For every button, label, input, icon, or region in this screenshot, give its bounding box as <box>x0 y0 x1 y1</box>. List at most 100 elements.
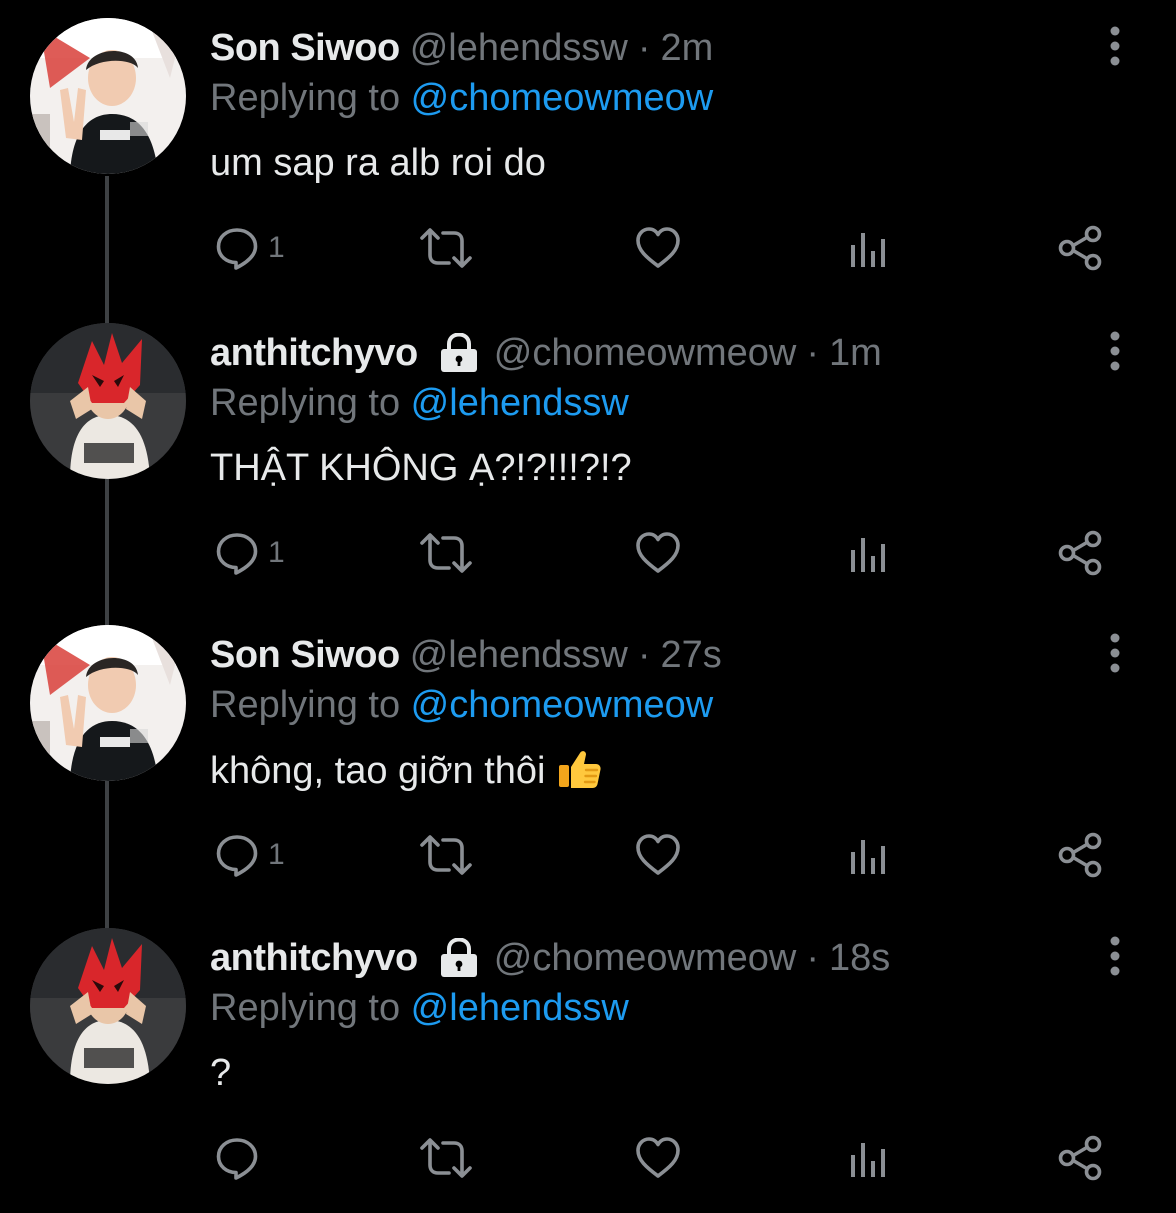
tweet-text: THẬT KHÔNG Ạ?!?!!!?!? <box>210 443 632 493</box>
tweet-text: ? <box>210 1048 231 1098</box>
avatar[interactable] <box>30 625 186 781</box>
replying-to-prefix: Replying to <box>210 684 411 726</box>
reply-button[interactable]: 1 <box>214 829 285 881</box>
tweet-actions-bar: 1 <box>0 829 1176 881</box>
tweet[interactable]: anthitchyvo @chomeowmeow · 18s Replying … <box>0 910 1176 1213</box>
tweet-text-content: không, tao giỡn thôi <box>210 750 546 792</box>
share-button[interactable] <box>1056 222 1104 274</box>
like-button[interactable] <box>634 222 682 274</box>
replying-to-line: Replying to @lehendssw <box>210 379 629 427</box>
replying-to-handle-link[interactable]: @lehendssw <box>411 987 629 1029</box>
thumbs-up-emoji <box>556 745 602 791</box>
retweet-button[interactable] <box>418 222 474 274</box>
tweet-text: không, tao giỡn thôi <box>210 745 602 796</box>
replying-to-prefix: Replying to <box>210 77 411 119</box>
reply-count: 1 <box>268 231 285 264</box>
header-separator: · <box>806 332 819 374</box>
replying-to-line: Replying to @chomeowmeow <box>210 74 713 122</box>
tweet-header: Son Siwoo @lehendssw · 2m <box>210 24 713 72</box>
heart-icon <box>634 530 682 576</box>
tweet-timestamp[interactable]: 18s <box>829 934 890 982</box>
replying-to-handle-link[interactable]: @lehendssw <box>411 382 629 424</box>
replying-to-line: Replying to @chomeowmeow <box>210 681 713 729</box>
tweet-actions-bar: 1 <box>0 527 1176 579</box>
share-button[interactable] <box>1056 527 1104 579</box>
retweet-button[interactable] <box>418 1132 474 1184</box>
tweet[interactable]: anthitchyvo @chomeowmeow · 1m Replying t… <box>0 305 1176 608</box>
tweet-header: Son Siwoo @lehendssw · 27s <box>210 631 722 679</box>
like-button[interactable] <box>634 829 682 881</box>
header-separator: · <box>806 937 819 979</box>
heart-icon <box>634 832 682 878</box>
user-handle[interactable]: @lehendssw <box>410 24 628 72</box>
avatar[interactable] <box>30 18 186 174</box>
heart-icon <box>634 225 682 271</box>
lock-icon <box>438 937 480 978</box>
tweet[interactable]: Son Siwoo @lehendssw · 27s Replying to @… <box>0 607 1176 910</box>
tweet-text: um sap ra alb roi do <box>210 138 546 188</box>
more-vertical-icon[interactable] <box>1098 934 1132 978</box>
reply-button[interactable]: 1 <box>214 222 285 274</box>
views-button[interactable] <box>848 829 890 881</box>
replying-to-line: Replying to @lehendssw <box>210 984 629 1032</box>
reply-button[interactable] <box>214 1132 268 1184</box>
tweet-timestamp[interactable]: 2m <box>661 24 714 72</box>
share-icon <box>1056 1134 1104 1182</box>
like-button[interactable] <box>634 1132 682 1184</box>
views-chart-icon <box>848 1135 890 1181</box>
tweet-timestamp[interactable]: 1m <box>829 329 882 377</box>
retweet-icon <box>418 530 474 576</box>
reply-count: 1 <box>268 838 285 871</box>
more-vertical-icon[interactable] <box>1098 329 1132 373</box>
user-handle[interactable]: @lehendssw <box>410 631 628 679</box>
views-button[interactable] <box>848 527 890 579</box>
avatar[interactable] <box>30 323 186 479</box>
tweet[interactable]: Son Siwoo @lehendssw · 2m Replying to @c… <box>0 0 1176 303</box>
replying-to-handle-link[interactable]: @chomeowmeow <box>411 684 714 726</box>
header-separator: · <box>637 634 651 676</box>
display-name[interactable]: Son Siwoo <box>210 631 400 679</box>
share-icon <box>1056 224 1104 272</box>
views-chart-icon <box>848 530 890 576</box>
share-button[interactable] <box>1056 829 1104 881</box>
retweet-icon <box>418 225 474 271</box>
retweet-button[interactable] <box>418 527 474 579</box>
more-vertical-icon[interactable] <box>1098 24 1132 68</box>
header-separator: · <box>637 27 651 69</box>
display-name[interactable]: Son Siwoo <box>210 24 400 72</box>
reply-bubble-icon <box>214 225 260 271</box>
more-vertical-icon[interactable] <box>1098 631 1132 675</box>
tweet-text-content: um sap ra alb roi do <box>210 142 546 184</box>
tweet-text-content: THẬT KHÔNG Ạ?!?!!!?!? <box>210 447 632 489</box>
tweet-timestamp[interactable]: 27s <box>661 631 722 679</box>
user-handle[interactable]: @chomeowmeow <box>494 934 797 982</box>
reply-bubble-icon <box>214 530 260 576</box>
user-handle[interactable]: @chomeowmeow <box>494 329 797 377</box>
heart-icon <box>634 1135 682 1181</box>
tweet-actions-bar <box>0 1132 1176 1184</box>
tweet-text-content: ? <box>210 1052 232 1094</box>
display-name[interactable]: anthitchyvo <box>210 934 418 982</box>
reply-bubble-icon <box>214 1135 260 1181</box>
retweet-icon <box>418 832 474 878</box>
replying-to-prefix: Replying to <box>210 382 411 424</box>
share-icon <box>1056 831 1104 879</box>
share-icon <box>1056 529 1104 577</box>
reply-count: 1 <box>268 536 285 569</box>
avatar[interactable] <box>30 928 186 1084</box>
views-chart-icon <box>848 225 890 271</box>
like-button[interactable] <box>634 527 682 579</box>
retweet-icon <box>418 1135 474 1181</box>
share-button[interactable] <box>1056 1132 1104 1184</box>
display-name[interactable]: anthitchyvo <box>210 329 418 377</box>
reply-button[interactable]: 1 <box>214 527 285 579</box>
tweet-actions-bar: 1 <box>0 222 1176 274</box>
views-chart-icon <box>848 832 890 878</box>
replying-to-prefix: Replying to <box>210 987 411 1029</box>
views-button[interactable] <box>848 222 890 274</box>
replying-to-handle-link[interactable]: @chomeowmeow <box>411 77 714 119</box>
tweet-header: anthitchyvo @chomeowmeow · 1m <box>210 329 882 377</box>
views-button[interactable] <box>848 1132 890 1184</box>
retweet-button[interactable] <box>418 829 474 881</box>
reply-bubble-icon <box>214 832 260 878</box>
